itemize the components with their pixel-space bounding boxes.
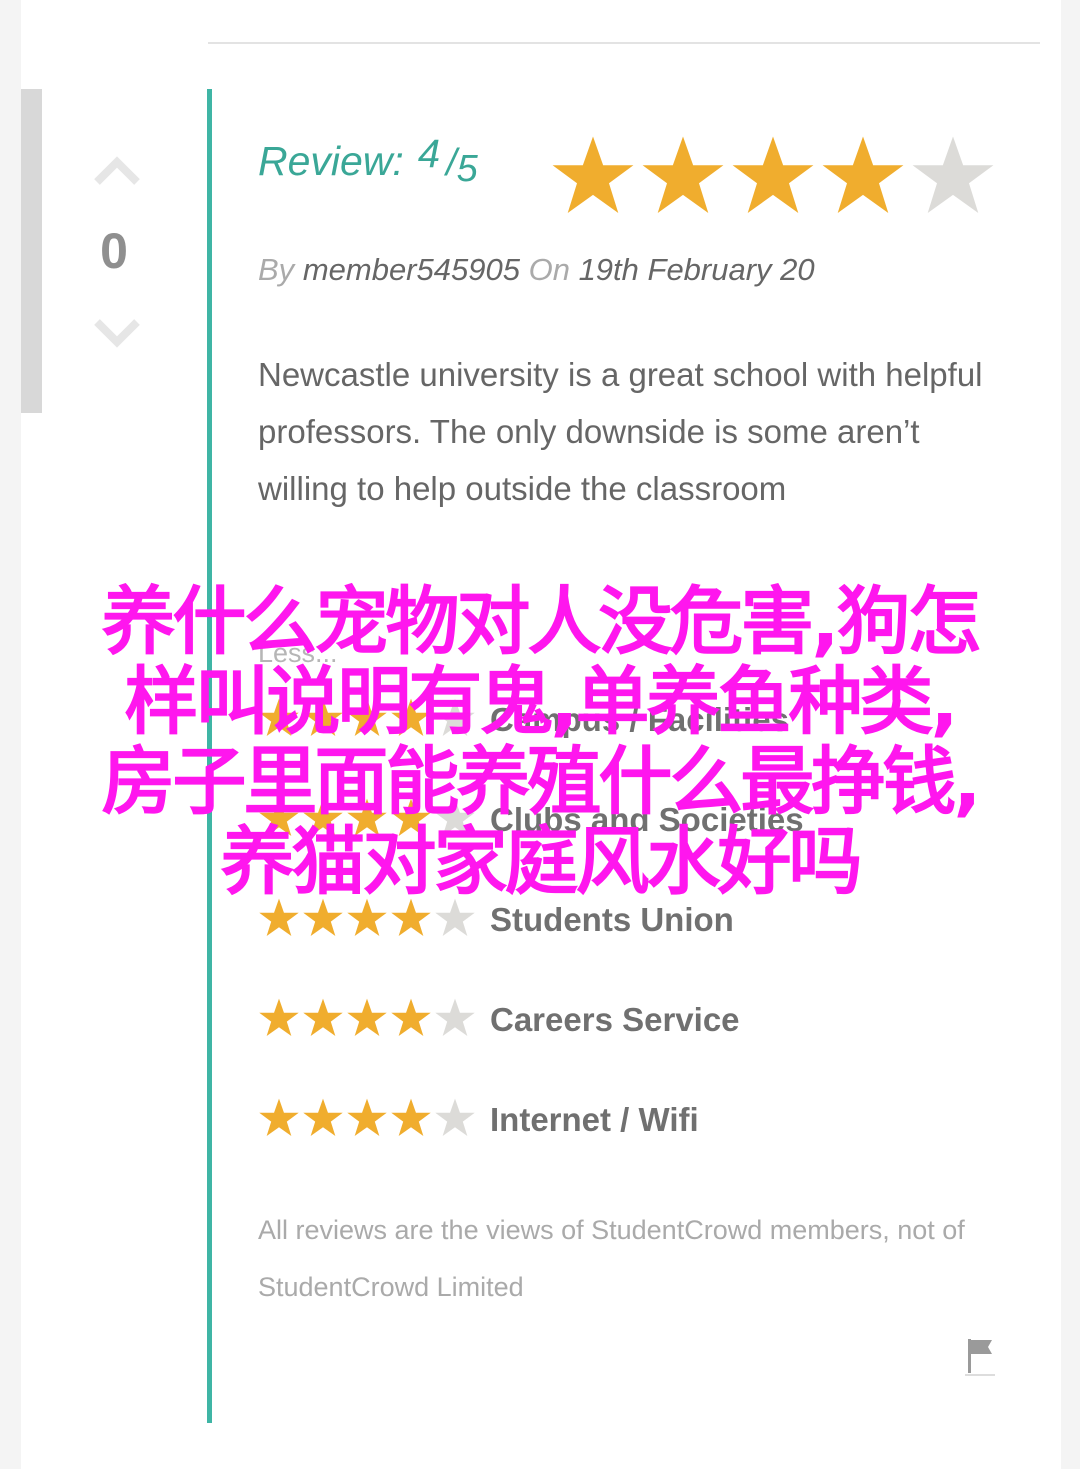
star-filled-icon: [259, 698, 299, 737]
star-empty-icon: [435, 898, 475, 937]
by-label: By: [258, 252, 295, 287]
star-empty-icon: [435, 698, 475, 737]
chevron-up-icon: [94, 156, 140, 185]
vote-up-button[interactable]: [93, 152, 141, 186]
star-filled-icon: [391, 898, 431, 937]
star-empty-icon: [912, 136, 994, 213]
star-filled-icon: [391, 798, 431, 837]
rating-category-label: Internet / Wifi: [490, 1101, 699, 1138]
star-filled-icon: [259, 898, 299, 937]
star-filled-icon: [303, 798, 343, 837]
star-filled-icon: [391, 698, 431, 737]
star-filled-icon: [391, 998, 431, 1037]
star-filled-icon: [822, 136, 904, 213]
star-empty-icon: [435, 1098, 475, 1137]
rating-category-label: Campus / Facilities: [490, 701, 789, 738]
star-filled-icon: [303, 998, 343, 1037]
review-score-value: 4: [417, 132, 441, 176]
star-filled-icon: [552, 136, 634, 213]
rating-stars: [258, 697, 476, 739]
divider: [208, 42, 1040, 44]
chevron-down-icon: [94, 319, 140, 348]
rating-stars: [258, 997, 476, 1039]
star-filled-icon: [303, 1098, 343, 1137]
review-score: Review: 4/5: [258, 132, 478, 198]
report-button[interactable]: [964, 1336, 996, 1378]
vote-bar: [21, 89, 42, 413]
flag-icon: [965, 1339, 995, 1376]
on-label: On: [528, 252, 570, 287]
star-filled-icon: [347, 898, 387, 937]
rating-category-label: Careers Service: [490, 1001, 740, 1038]
vote-count: 0: [100, 223, 128, 279]
star-empty-icon: [435, 998, 475, 1037]
star-filled-icon: [347, 1098, 387, 1137]
star-filled-icon: [303, 698, 343, 737]
rating-category-label: Clubs and Societies: [490, 801, 804, 838]
star-empty-icon: [435, 798, 475, 837]
star-filled-icon: [259, 798, 299, 837]
review-byline: By member545905 On 19th February 20: [258, 252, 815, 288]
review-label: Review:: [258, 138, 404, 184]
review-body: Newcastle university is a great school w…: [258, 356, 983, 507]
disclaimer: All reviews are the views of StudentCrow…: [258, 1215, 965, 1302]
review-date: 19th February 20: [578, 252, 815, 287]
star-filled-icon: [347, 798, 387, 837]
review-accent-line: [207, 89, 212, 1423]
star-filled-icon: [391, 1098, 431, 1137]
review-score-max: 5: [456, 148, 478, 190]
rating-stars: [258, 1097, 476, 1139]
review-author[interactable]: member545905: [303, 252, 520, 287]
review-score-slash: /: [446, 142, 457, 184]
star-filled-icon: [347, 998, 387, 1037]
star-filled-icon: [347, 698, 387, 737]
star-filled-icon: [303, 898, 343, 937]
star-filled-icon: [732, 136, 814, 213]
star-filled-icon: [642, 136, 724, 213]
rating-stars: [258, 897, 476, 939]
vote-down-button[interactable]: [93, 318, 141, 352]
star-filled-icon: [259, 998, 299, 1037]
less-link[interactable]: Less...: [258, 638, 338, 669]
rating-category-label: Students Union: [490, 901, 734, 938]
overall-star-rating: [550, 133, 996, 219]
rating-stars: [258, 797, 476, 839]
star-filled-icon: [259, 1098, 299, 1137]
